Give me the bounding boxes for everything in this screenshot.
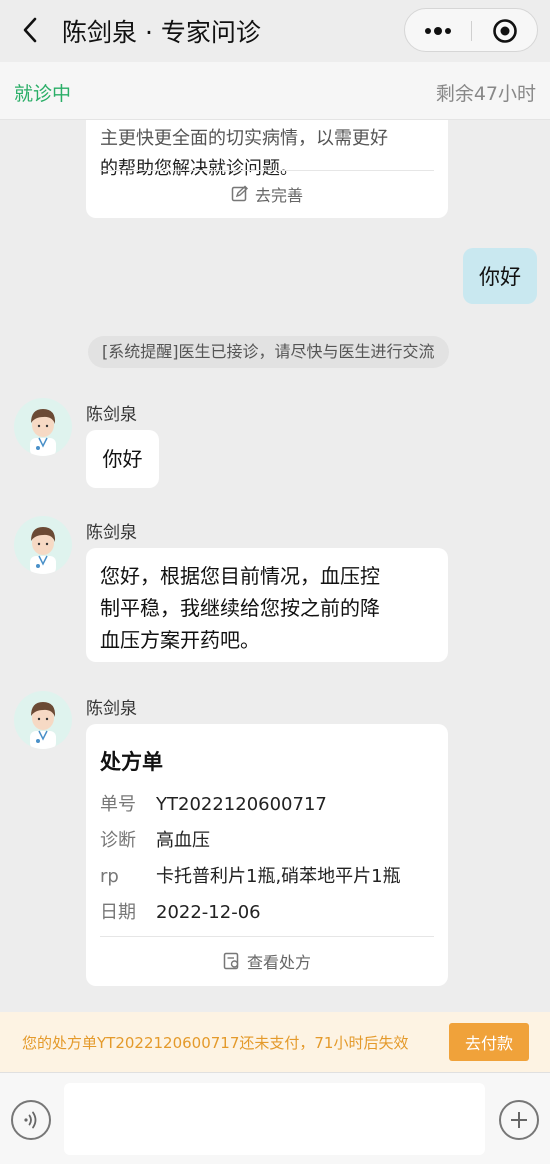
back-arrow-icon	[23, 17, 37, 43]
doctor-avatar-icon	[30, 702, 56, 749]
doctor-avatar[interactable]	[14, 691, 72, 749]
view-prescription-label: 查看处方	[246, 953, 311, 972]
my-message-bubble: 你好	[463, 248, 537, 304]
sender-name: 陈剑泉	[86, 523, 137, 543]
prescription-row-date: 日期 2022-12-06	[100, 898, 261, 924]
page-title: 陈剑泉 · 专家问诊	[62, 18, 261, 47]
info-complete-card: 主更快更全面的切实病情，以需更好 的帮助您解决就诊问题。 去完善	[86, 120, 448, 218]
doctor-message-bubble: 您好，根据您目前情况，血压控 制平稳，我继续给您按之前的降 血压方案开药吧。	[86, 548, 448, 662]
system-tip: [系统提醒]医生已接诊，请尽快与医生进行交流	[88, 336, 449, 368]
payment-notice: 您的处方单YT2022120600717还未支付，71小时后失效	[22, 1034, 409, 1052]
card-divider	[100, 936, 434, 937]
input-bar	[0, 1072, 550, 1164]
sender-name: 陈剑泉	[86, 405, 137, 425]
doctor-message-line: 制平稳，我继续给您按之前的降	[100, 596, 380, 620]
row-value: 高血压	[156, 830, 210, 851]
payment-banner: 您的处方单YT2022120600717还未支付，71小时后失效 去付款	[0, 1012, 550, 1072]
mini-program-capsule	[404, 8, 538, 52]
consultation-status: 就诊中	[14, 83, 72, 105]
doctor-message-line: 血压方案开药吧。	[100, 628, 260, 652]
doctor-message-bubble: 你好	[86, 430, 159, 488]
close-circle-icon	[493, 19, 517, 43]
more-functions-button[interactable]	[499, 1100, 539, 1140]
complete-info-label: 去完善	[254, 186, 303, 205]
row-label: 诊断	[100, 830, 136, 851]
row-label: rp	[100, 866, 119, 887]
more-dots-icon	[425, 27, 451, 35]
row-value: 卡托普利片1瓶,硝苯地平片1瓶	[156, 866, 401, 887]
back-button[interactable]	[14, 14, 46, 46]
close-button[interactable]	[472, 9, 538, 53]
info-text-line: 的帮助您解决就诊问题。	[100, 158, 298, 179]
consultation-status-bar: 就诊中 剩余47小时	[0, 62, 550, 120]
chat-area[interactable]: 主更快更全面的切实病情，以需更好 的帮助您解决就诊问题。 去完善 你好 [系统提…	[0, 120, 550, 1012]
info-text-line: 主更快更全面的切实病情，以需更好	[100, 128, 388, 149]
document-icon	[223, 952, 239, 970]
prescription-card[interactable]: 处方单 单号 YT2022120600717 诊断 高血压 rp 卡托普利片1瓶,硝苯…	[86, 724, 448, 986]
row-value: 2022-12-06	[156, 902, 261, 923]
more-button[interactable]	[405, 9, 471, 53]
row-value: YT2022120600717	[156, 794, 327, 815]
view-prescription-button[interactable]: 查看处方	[86, 946, 448, 976]
doctor-message-line: 您好，根据您目前情况，血压控	[100, 564, 380, 588]
sender-name: 陈剑泉	[86, 699, 137, 719]
prescription-row-number: 单号 YT2022120600717	[100, 790, 327, 816]
complete-info-button[interactable]: 去完善	[86, 181, 448, 207]
prescription-row-diagnosis: 诊断 高血压	[100, 826, 210, 852]
doctor-avatar[interactable]	[14, 398, 72, 456]
voice-button[interactable]	[11, 1100, 51, 1140]
row-label: 日期	[100, 902, 136, 923]
info-card-text: 主更快更全面的切实病情，以需更好 的帮助您解决就诊问题。	[100, 124, 436, 184]
row-label: 单号	[100, 794, 136, 815]
doctor-avatar-icon	[30, 409, 56, 456]
top-nav-bar: 陈剑泉 · 专家问诊	[0, 0, 550, 62]
plus-icon	[511, 1112, 527, 1128]
doctor-avatar[interactable]	[14, 516, 72, 574]
message-input[interactable]	[64, 1083, 485, 1155]
doctor-avatar-icon	[30, 527, 56, 574]
voice-icon	[24, 1111, 37, 1129]
prescription-title: 处方单	[100, 750, 163, 774]
card-divider	[100, 170, 434, 171]
doctor-message-text: 你好	[102, 447, 143, 471]
prescription-row-rp: rp 卡托普利片1瓶,硝苯地平片1瓶	[100, 862, 401, 888]
edit-icon	[231, 185, 248, 202]
remaining-time: 剩余47小时	[435, 83, 536, 105]
pay-button[interactable]: 去付款	[449, 1023, 529, 1061]
